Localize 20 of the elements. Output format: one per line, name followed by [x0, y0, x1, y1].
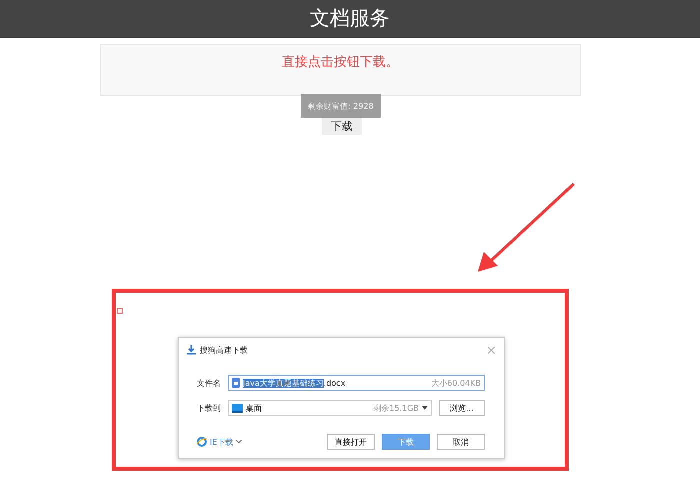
filename-field[interactable]: Java大学真题基础练习.docx 大小60.04KB	[228, 375, 485, 391]
notice-text: 直接点击按钮下载。	[282, 54, 399, 72]
dialog-title: 搜狗高速下载	[200, 344, 249, 356]
location-field[interactable]: 桌面 剩余15.1GB	[228, 400, 432, 416]
caret-icon	[422, 406, 428, 410]
browser-icon	[197, 437, 207, 447]
document-icon	[232, 378, 240, 388]
chevron-icon[interactable]	[236, 440, 242, 444]
close-icon[interactable]	[488, 346, 495, 354]
ie-download-link[interactable]: IE下载	[210, 436, 234, 448]
tooltip: 剩余财富值: 2928	[301, 94, 381, 118]
field-label: 文件名	[197, 378, 221, 388]
dialog-button[interactable]: 取消	[437, 434, 485, 450]
marker-icon	[117, 308, 123, 314]
browse-button[interactable]: 浏览...	[439, 400, 485, 416]
desktop-icon	[232, 404, 243, 412]
dialog-button[interactable]: 直接打开	[327, 434, 375, 450]
page-title: 文档服务	[310, 5, 390, 32]
download-icon	[187, 345, 196, 355]
field-label: 下载到	[197, 402, 221, 414]
